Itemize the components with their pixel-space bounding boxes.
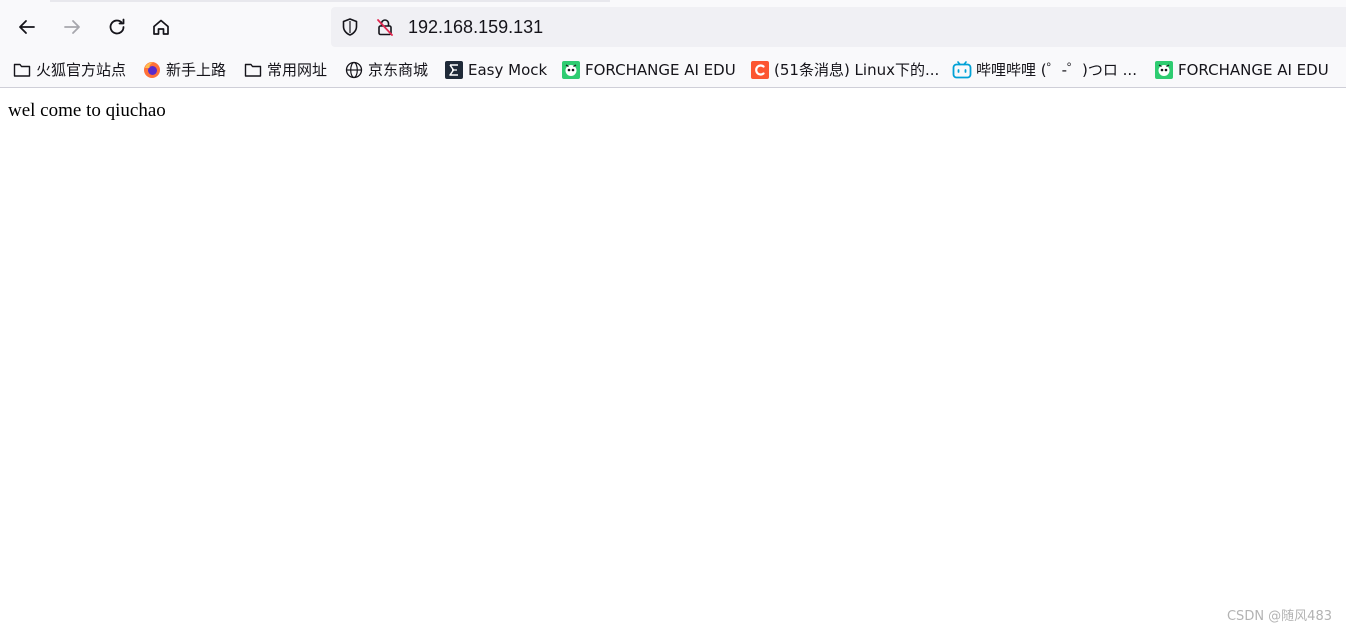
bookmark-folder-common-sites[interactable]: 常用网址 [243,59,327,81]
bookmark-forchange-2[interactable]: FORCHANGE AI EDU [1154,59,1329,81]
reload-icon [109,18,125,35]
back-button[interactable] [10,10,44,44]
bookmark-csdn-linux[interactable]: (51条消息) Linux下的... [750,59,939,81]
bookmarks-toolbar: 火狐官方站点 新手上路 常用网址 京东商城 Easy Mock FORCHANG… [0,54,1346,88]
forward-button[interactable] [55,10,89,44]
url-text[interactable]: 192.168.159.131 [408,16,543,38]
arrow-left-icon [19,20,35,34]
tab-strip-edge [50,0,610,2]
folder-icon [12,60,32,80]
csdn-watermark: CSDN @随风483 [1226,609,1332,624]
bookmark-label: Easy Mock [468,61,548,79]
globe-icon [344,60,364,80]
tracking-protection-shield-icon[interactable] [339,16,361,38]
bookmark-folder-firefox-official[interactable]: 火狐官方站点 [12,59,126,81]
bookmark-label: 哔哩哔哩 (゜-゜)つロ ... [976,61,1137,79]
url-bar[interactable]: 192.168.159.131 [331,7,1346,47]
bilibili-icon [952,60,972,80]
bookmark-bilibili[interactable]: 哔哩哔哩 (゜-゜)つロ ... [952,59,1137,81]
bookmark-label: 京东商城 [368,61,429,79]
bookmark-jd[interactable]: 京东商城 [344,59,428,81]
forchange-icon [1154,60,1174,80]
firefox-icon [142,60,162,80]
bookmark-label: FORCHANGE AI EDU [1178,61,1329,79]
toolbar: 192.168.159.131 [0,0,1346,54]
csdn-icon [750,60,770,80]
bookmark-label: (51条消息) Linux下的... [774,61,940,79]
bookmark-getting-started[interactable]: 新手上路 [142,59,226,81]
home-button[interactable] [144,10,178,44]
browser-window: 192.168.159.131 火狐官方站点 新手上路 常用网址 京东商城 Ea… [0,0,1346,632]
bookmark-label: 新手上路 [166,61,227,79]
arrow-right-icon [64,20,80,34]
reload-button[interactable] [100,10,134,44]
folder-icon [243,60,263,80]
easymock-icon [444,60,464,80]
page-content: wel come to qiuchao CSDN @随风483 [0,88,1346,632]
bookmark-forchange-1[interactable]: FORCHANGE AI EDU [561,59,736,81]
home-icon [153,19,169,35]
bookmark-label: 火狐官方站点 [36,61,127,79]
bookmark-label: 常用网址 [267,61,328,79]
bookmark-easy-mock[interactable]: Easy Mock [444,59,547,81]
forchange-icon [561,60,581,80]
insecure-lock-icon[interactable] [374,16,396,38]
bookmark-label: FORCHANGE AI EDU [585,61,736,79]
page-body-text: wel come to qiuchao [8,100,166,121]
